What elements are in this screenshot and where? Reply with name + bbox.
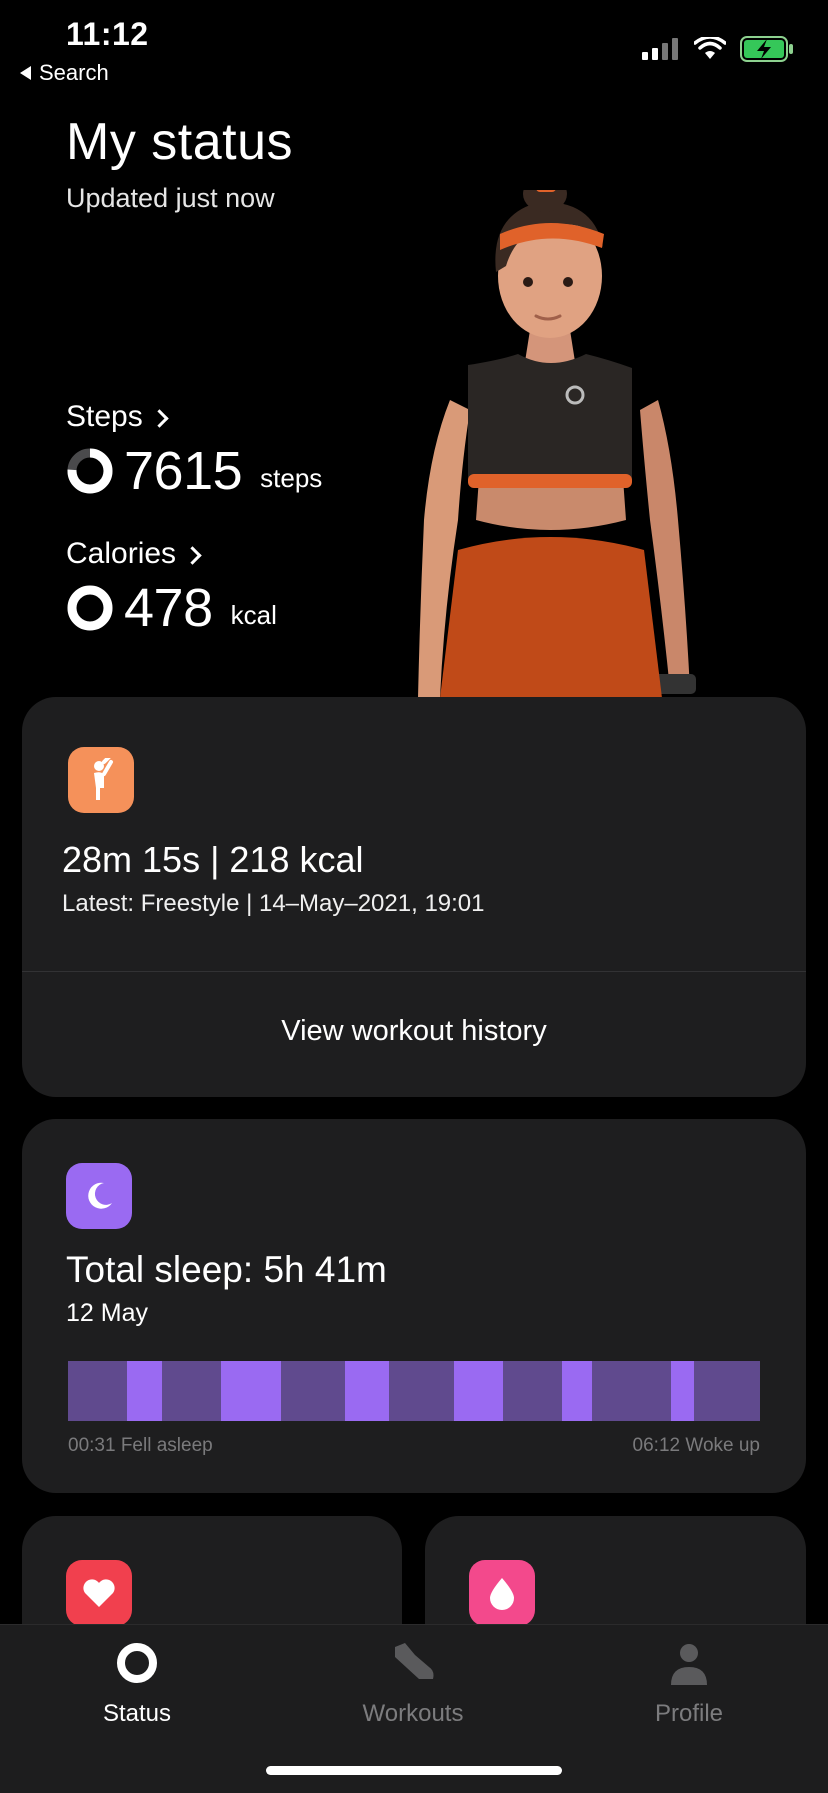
updated-subtitle: Updated just now [66, 183, 275, 213]
workout-card[interactable]: 28m 15s | 218 kcal Latest: Freestyle | 1… [22, 697, 806, 1097]
home-indicator [266, 1766, 562, 1775]
page-title: My status [66, 113, 293, 171]
drop-icon [469, 1560, 535, 1626]
moon-icon [66, 1163, 132, 1229]
sleep-segment-light [127, 1361, 162, 1421]
workout-summary: 28m 15s | 218 kcal [62, 839, 364, 880]
status-ring-icon [117, 1643, 157, 1683]
steps-metric[interactable]: Steps 7615 steps [66, 400, 322, 502]
sleep-segment-light [221, 1361, 281, 1421]
tab-status-label: Status [102, 1700, 172, 1727]
sleep-card[interactable]: Total sleep: 5h 41m 12 May 00:31 Fell as… [22, 1119, 806, 1493]
calories-value: 478 [124, 578, 213, 638]
steps-progress-ring-icon [67, 448, 113, 494]
wifi-icon [694, 37, 726, 59]
workout-latest: Latest: Freestyle | 14–May–2021, 19:01 [62, 890, 485, 917]
calories-progress-ring-icon [67, 585, 113, 631]
drop-glyph-icon [490, 1578, 514, 1610]
sleep-segment-deep [161, 1361, 222, 1421]
status-icons [642, 36, 794, 62]
freestyle-workout-icon [68, 747, 134, 813]
calories-label: Calories [66, 537, 177, 570]
steps-unit: steps [260, 462, 323, 493]
moon-glyph-icon [88, 1182, 112, 1209]
avatar-illustration [418, 190, 696, 698]
steps-label: Steps [66, 400, 143, 433]
calories-metric[interactable]: Calories 478 kcal [66, 537, 277, 639]
signal-icon [642, 38, 678, 60]
shoe-icon [395, 1643, 434, 1679]
chevron-right-icon [183, 545, 202, 565]
tab-workouts[interactable]: Workouts [333, 1641, 493, 1728]
sleep-segment-deep [693, 1361, 760, 1421]
sleep-segment-deep [68, 1361, 128, 1421]
battery-charging-icon [740, 36, 793, 62]
tab-profile-label: Profile [654, 1700, 724, 1727]
status-time: 11:12 [66, 16, 149, 52]
freestyle-figure-icon [94, 758, 113, 800]
sleep-segment-deep [389, 1361, 454, 1421]
sleep-total: Total sleep: 5h 41m [66, 1249, 387, 1290]
sleep-segment-deep [280, 1361, 345, 1421]
sleep-end: 06:12 Woke up [632, 1435, 760, 1456]
tab-workouts-label: Workouts [362, 1700, 464, 1727]
tab-status[interactable]: Status [57, 1641, 217, 1728]
sleep-segment-deep [502, 1361, 563, 1421]
heart-icon [66, 1560, 132, 1626]
view-workout-history-link[interactable]: View workout history [22, 1015, 806, 1048]
sleep-segment-light [453, 1361, 503, 1421]
sleep-segment-light [670, 1361, 694, 1421]
sleep-segment-deep [591, 1361, 671, 1421]
calories-label-row[interactable]: Calories [66, 537, 277, 571]
sleep-segment-light [562, 1361, 592, 1421]
person-icon [671, 1644, 707, 1685]
sleep-stage-bar[interactable] [68, 1361, 760, 1421]
sleep-start: 00:31 Fell asleep [68, 1435, 213, 1456]
back-to-search[interactable]: Search [20, 60, 109, 86]
steps-label-row[interactable]: Steps [66, 400, 322, 434]
chevron-right-icon [150, 408, 169, 428]
calories-unit: kcal [230, 599, 277, 630]
steps-value: 7615 [124, 441, 243, 501]
tab-profile[interactable]: Profile [609, 1641, 769, 1728]
card-divider [22, 971, 806, 972]
heart-glyph-icon [83, 1579, 115, 1607]
sleep-segment-light [344, 1361, 390, 1421]
back-arrow-icon [20, 66, 31, 80]
sleep-date: 12 May [66, 1299, 148, 1327]
back-label: Search [39, 60, 109, 85]
